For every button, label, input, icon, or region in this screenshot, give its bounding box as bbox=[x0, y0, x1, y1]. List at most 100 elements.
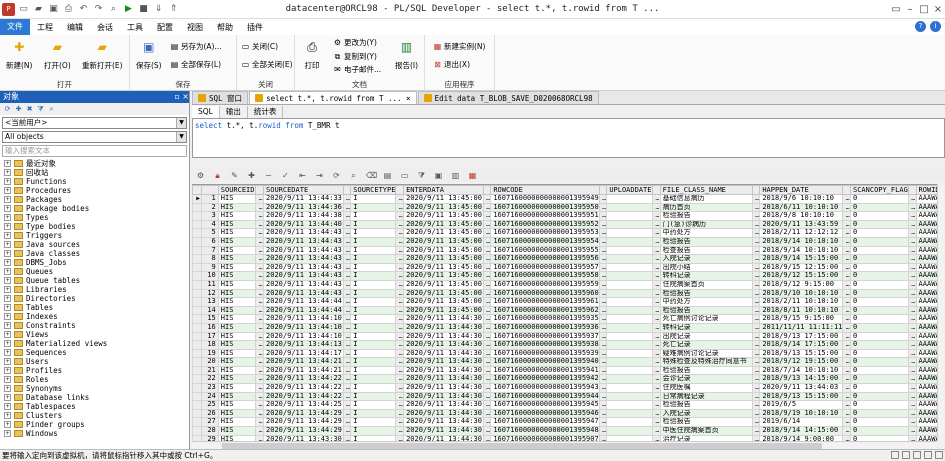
table-cell[interactable]: 检验报告 bbox=[659, 417, 753, 428]
table-cell[interactable]: 1607160000000000001395959 bbox=[490, 279, 600, 290]
cell-button[interactable]: … bbox=[598, 305, 608, 316]
expand-icon[interactable]: + bbox=[4, 214, 11, 221]
table-cell[interactable]: 2020/9/11 13:44:30 bbox=[403, 322, 484, 333]
cell-button[interactable] bbox=[192, 305, 203, 316]
table-cell[interactable]: 0 bbox=[850, 228, 909, 238]
table-cell[interactable]: 2018/9/14 15:15:00 bbox=[759, 254, 844, 264]
table-cell[interactable]: 2020/9/11 13:44:30 bbox=[403, 365, 484, 376]
cell-button[interactable]: … bbox=[395, 245, 405, 256]
table-cell[interactable] bbox=[606, 279, 654, 290]
table-cell[interactable]: I bbox=[350, 400, 397, 410]
table-row[interactable]: ▶ 1 HIS… 2020/9/11 13:44:33… I… 2020/9/11 13:… bbox=[192, 194, 945, 204]
expand-icon[interactable]: + bbox=[4, 259, 11, 266]
lock-icon[interactable]: 🔒︎ bbox=[213, 171, 222, 180]
sql-editor[interactable]: select t.*, t.rowid from T_BMR t bbox=[192, 118, 945, 158]
table-cell[interactable]: 1607160000000000001395953 bbox=[490, 228, 600, 238]
cell-button[interactable]: … bbox=[395, 365, 405, 376]
table-cell[interactable]: HIS bbox=[217, 357, 257, 367]
cell-button[interactable]: … bbox=[907, 417, 917, 428]
cell-button[interactable]: … bbox=[342, 297, 352, 307]
edit-icon[interactable]: ✎ bbox=[230, 171, 239, 180]
cell-button[interactable]: … bbox=[842, 288, 851, 299]
tab-edit-data[interactable]: Edit data T_BLOB_SAVE_D020068ORCL98 bbox=[417, 91, 599, 104]
tree-node[interactable]: + Database links bbox=[4, 393, 189, 402]
cell-button[interactable]: … bbox=[652, 400, 661, 410]
table-cell[interactable]: 2018/9/15 12:15:00 bbox=[759, 262, 844, 273]
tree-node[interactable]: + Sequences bbox=[4, 348, 189, 357]
table-cell[interactable]: 出院记录 bbox=[659, 331, 753, 342]
table-row[interactable]: 8 HIS… 2020/9/11 13:44:43… I… 2020/9/11 13:4… bbox=[192, 254, 945, 264]
cell-button[interactable]: … bbox=[751, 331, 761, 342]
tree-node[interactable]: + Users bbox=[4, 357, 189, 366]
column-spacer[interactable] bbox=[201, 185, 219, 195]
cell-button[interactable]: … bbox=[652, 288, 661, 299]
cell-button[interactable]: … bbox=[907, 194, 917, 204]
table-cell[interactable] bbox=[606, 211, 654, 221]
table-row[interactable]: 4 HIS… 2020/9/11 13:44:40… I… 2020/9/11 13:4… bbox=[192, 219, 945, 230]
cell-button[interactable] bbox=[192, 245, 203, 256]
table-cell[interactable]: 基础信息病历 bbox=[659, 194, 753, 204]
table-cell[interactable]: I bbox=[350, 374, 397, 385]
gear-icon[interactable]: ⚙ bbox=[196, 171, 205, 180]
table-cell[interactable]: I bbox=[350, 202, 397, 213]
tree-node[interactable]: + Windows bbox=[4, 429, 189, 438]
tree-node[interactable]: + Materialized views bbox=[4, 339, 189, 348]
cell-button[interactable]: … bbox=[842, 202, 851, 213]
cell-button[interactable]: … bbox=[652, 383, 661, 393]
table-cell[interactable]: 0 bbox=[850, 365, 909, 376]
table-cell[interactable]: 2020/9/11 13:44:17 bbox=[263, 348, 344, 359]
new-object-icon[interactable]: ✚ bbox=[14, 105, 23, 114]
cell-button[interactable]: … bbox=[598, 314, 608, 324]
cell-button[interactable]: … bbox=[342, 271, 352, 281]
table-cell[interactable]: 2020/9/11 13:44:43 bbox=[263, 271, 344, 281]
cell-button[interactable]: … bbox=[342, 426, 352, 436]
table-cell[interactable]: 检验报告 bbox=[659, 305, 753, 316]
table-cell[interactable]: 2020/9/11 13:45:00 bbox=[403, 219, 484, 230]
cell-button[interactable]: … bbox=[652, 236, 661, 247]
table-cell[interactable]: 0 bbox=[850, 374, 909, 385]
expand-icon[interactable]: + bbox=[4, 367, 11, 374]
row-number[interactable]: 20 bbox=[201, 357, 219, 367]
cell-button[interactable]: … bbox=[482, 408, 492, 419]
cell-button[interactable]: … bbox=[395, 279, 405, 290]
table-row[interactable]: 24 HIS… 2020/9/11 13:44:22… I… 2020/9/11 13:… bbox=[192, 391, 945, 402]
table-cell[interactable]: HIS bbox=[217, 365, 257, 376]
cell-button[interactable]: … bbox=[482, 211, 492, 221]
cell-button[interactable]: … bbox=[255, 374, 264, 385]
minimize-icon[interactable]: – bbox=[903, 0, 917, 19]
table-cell[interactable] bbox=[606, 408, 654, 419]
cell-button[interactable]: … bbox=[842, 383, 851, 393]
row-number[interactable]: 3 bbox=[201, 211, 219, 221]
expand-icon[interactable]: + bbox=[4, 169, 11, 176]
table-row[interactable]: 15 HIS… 2020/9/11 13:44:10… I… 2020/9/11 13:… bbox=[192, 314, 945, 324]
cell-button[interactable]: … bbox=[751, 374, 761, 385]
cell-button[interactable]: … bbox=[395, 305, 405, 316]
expand-icon[interactable]: + bbox=[4, 205, 11, 212]
table-cell[interactable]: I bbox=[350, 314, 397, 324]
filter-icon[interactable]: ⧩ bbox=[36, 105, 45, 114]
expand-icon[interactable]: + bbox=[4, 331, 11, 338]
table-cell[interactable]: 检验报告 bbox=[659, 288, 753, 299]
table-cell[interactable]: 1607160000000000001395939 bbox=[490, 348, 600, 359]
cell-button[interactable]: … bbox=[255, 314, 264, 324]
tree-node[interactable]: + Packages bbox=[4, 195, 189, 204]
table-cell[interactable]: 住院病案首页 bbox=[659, 279, 753, 290]
column-spacer[interactable] bbox=[907, 185, 917, 195]
cell-button[interactable] bbox=[192, 383, 203, 393]
table-cell[interactable]: 入院记录 bbox=[659, 408, 753, 419]
table-cell[interactable]: 住院医嘱 bbox=[659, 383, 753, 393]
column-header[interactable]: SCANCOPY_FLAG bbox=[850, 185, 909, 195]
cell-button[interactable] bbox=[192, 314, 203, 324]
cell-button[interactable]: … bbox=[907, 202, 917, 213]
table-cell[interactable]: I bbox=[350, 194, 397, 204]
table-cell[interactable]: 0 bbox=[850, 211, 909, 221]
cell-button[interactable]: … bbox=[482, 228, 492, 238]
cell-button[interactable]: … bbox=[482, 340, 492, 350]
cell-button[interactable]: … bbox=[598, 331, 608, 342]
tree-node[interactable]: + Tablespaces bbox=[4, 402, 189, 411]
row-number[interactable]: 21 bbox=[201, 365, 219, 376]
cell-button[interactable]: … bbox=[395, 194, 405, 204]
table-cell[interactable]: 2020/9/11 13:44:29 bbox=[263, 417, 344, 428]
table-cell[interactable]: 1607160000000000001395948 bbox=[490, 426, 600, 436]
table-cell[interactable]: 2018/9/13 15:15:00 bbox=[759, 391, 844, 402]
